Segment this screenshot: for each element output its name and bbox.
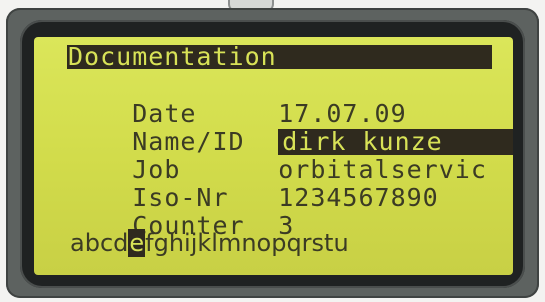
- character-selector-selected[interactable]: e: [128, 229, 146, 257]
- lcd-screen: Documentation Date 17.07.09 Name/ID dirk k…: [34, 37, 513, 275]
- field-row-job: Job orbitalservic: [68, 131, 487, 183]
- character-selector-after[interactable]: fghijklmnopqrstu: [145, 229, 349, 257]
- field-value-iso-nr[interactable]: 1234567890: [278, 185, 439, 211]
- character-selector-before[interactable]: abcd: [70, 229, 128, 257]
- field-row-counter: Counter 3: [68, 187, 294, 239]
- character-selector[interactable]: abcdefghijklmnopqrstu: [70, 229, 349, 257]
- screen-title: Documentation: [68, 42, 277, 71]
- field-row-iso-nr: Iso-Nr 1234567890: [68, 159, 439, 211]
- field-row-name-id: Name/ID dirk kunze: [68, 103, 513, 155]
- field-row-date: Date 17.07.09: [68, 75, 407, 127]
